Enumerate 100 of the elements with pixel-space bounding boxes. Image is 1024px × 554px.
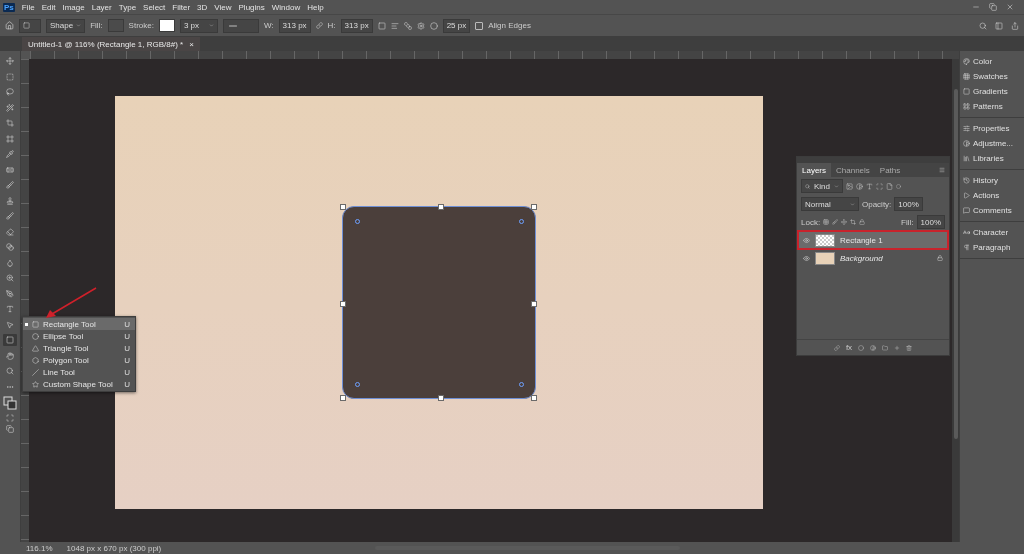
menu-item[interactable]: File	[21, 2, 35, 12]
settings-icon[interactable]	[416, 21, 425, 30]
opacity-field[interactable]: 100%	[894, 197, 923, 211]
filter-toggle-icon[interactable]	[896, 183, 901, 189]
tool-button[interactable]	[3, 179, 17, 191]
path-arrangement-icon[interactable]	[403, 21, 412, 30]
effects-button[interactable]: fx	[845, 343, 853, 352]
panel-button[interactable]: Adjustme...	[960, 137, 1024, 150]
lock-pixels-icon[interactable]	[823, 219, 830, 225]
panel-button[interactable]: Comments	[960, 204, 1024, 217]
mode-dropdown[interactable]: Shape	[46, 18, 86, 33]
restore-icon[interactable]	[989, 3, 997, 11]
transform-handle[interactable]	[531, 395, 537, 401]
tool-button[interactable]	[3, 117, 17, 129]
home-icon[interactable]	[5, 21, 14, 30]
layer-row[interactable]: Background	[799, 250, 947, 266]
new-layer-icon[interactable]	[894, 344, 901, 351]
panel-button[interactable]: Character	[960, 226, 1024, 239]
link-icon[interactable]	[315, 22, 323, 29]
scrollbar-thumb[interactable]	[953, 89, 958, 439]
transform-handle[interactable]	[438, 204, 444, 210]
height-field[interactable]: 313 px	[340, 18, 373, 33]
pixel-filter-icon[interactable]	[846, 182, 853, 190]
tool-button[interactable]	[3, 225, 17, 238]
stroke-style-dropdown[interactable]	[222, 18, 259, 33]
menu-item[interactable]: Help	[307, 2, 324, 12]
link-icon[interactable]	[833, 344, 840, 351]
panel-tab[interactable]: Layers	[797, 163, 831, 177]
panel-button[interactable]: Color	[960, 55, 1024, 68]
adjustment-icon[interactable]	[870, 344, 877, 351]
lock-position-icon[interactable]	[841, 219, 848, 225]
screen-mode-icon[interactable]	[6, 425, 14, 433]
menu-item[interactable]: Polygon Tool U	[23, 354, 135, 366]
transform-handle[interactable]	[531, 204, 537, 210]
transform-handle[interactable]	[340, 395, 346, 401]
lock-artboard-icon[interactable]	[850, 219, 857, 225]
menu-item[interactable]: Line Tool U	[23, 366, 135, 378]
panel-button[interactable]: Paragraph	[960, 241, 1024, 254]
menu-item[interactable]: Layer	[91, 2, 112, 12]
trash-icon[interactable]	[906, 344, 913, 351]
color-swatches-icon[interactable]	[3, 396, 17, 410]
tool-button[interactable]	[3, 241, 17, 253]
share-icon[interactable]	[1011, 21, 1019, 30]
transform-handle[interactable]	[438, 395, 444, 401]
menu-item[interactable]: Image	[62, 2, 85, 12]
shape-filter-icon[interactable]	[876, 182, 883, 190]
document-tab[interactable]: Untitled-1 @ 116% (Rectangle 1, RGB/8#) * ×	[22, 37, 200, 51]
menu-icon[interactable]	[939, 167, 945, 173]
menu-item[interactable]: Select	[143, 2, 166, 12]
panel-button[interactable]: History	[960, 174, 1024, 187]
tool-button[interactable]	[3, 70, 17, 83]
panel-button[interactable]: Properties	[960, 122, 1024, 135]
fill-swatch[interactable]	[107, 19, 124, 32]
fill-field[interactable]: 100%	[916, 215, 945, 229]
menu-item[interactable]: Filter	[172, 2, 191, 12]
tool-button[interactable]	[3, 287, 17, 300]
folder-icon[interactable]	[882, 344, 889, 351]
path-alignment-icon[interactable]	[390, 21, 399, 30]
tool-preset-dropdown[interactable]	[19, 18, 41, 33]
quick-mask-icon[interactable]	[6, 413, 14, 422]
transform-handle[interactable]	[531, 301, 537, 307]
panel-button[interactable]: Patterns	[960, 100, 1024, 113]
panel-button[interactable]: Libraries	[960, 152, 1024, 165]
panel-tab[interactable]: Channels	[831, 163, 875, 177]
panel-button[interactable]: Gradients	[960, 85, 1024, 98]
lock-brush-icon[interactable]	[832, 219, 839, 225]
menu-item[interactable]: Edit	[41, 2, 56, 12]
stroke-swatch[interactable]	[158, 19, 175, 32]
workspace-icon[interactable]	[995, 21, 1003, 30]
lock-all-icon[interactable]	[859, 219, 866, 225]
transform-handle[interactable]	[340, 204, 346, 210]
tab-close-button[interactable]: ×	[189, 39, 194, 49]
panel-button[interactable]: Actions	[960, 189, 1024, 202]
menu-item[interactable]: 3D	[197, 2, 208, 12]
search-icon[interactable]	[979, 21, 987, 30]
type-filter-icon[interactable]	[866, 182, 873, 190]
blend-mode-dropdown[interactable]: Normal	[801, 197, 859, 211]
tool-button[interactable]	[3, 334, 17, 346]
menu-item[interactable]: Ellipse Tool U	[23, 330, 135, 342]
mask-icon[interactable]	[858, 344, 865, 351]
menu-item[interactable]: Rectangle Tool U	[23, 318, 135, 330]
align-edges-checkbox[interactable]	[475, 21, 484, 30]
layer-filter-dropdown[interactable]: Kind	[801, 179, 843, 193]
tool-button[interactable]	[3, 101, 17, 114]
panel-tab[interactable]: Paths	[874, 163, 906, 177]
tool-button[interactable]	[3, 86, 17, 98]
tool-button[interactable]	[3, 148, 17, 160]
width-field[interactable]: 313 px	[278, 18, 311, 33]
menu-item[interactable]: Plugins	[238, 2, 265, 12]
tool-button[interactable]	[3, 132, 17, 145]
menu-item[interactable]: Triangle Tool U	[23, 342, 135, 354]
menu-item[interactable]: Window	[271, 2, 301, 12]
zoom-level[interactable]: 116.1%	[26, 543, 53, 553]
menu-item[interactable]: View	[214, 2, 232, 12]
radius-field[interactable]: 25 px	[442, 18, 471, 33]
eye-icon[interactable]	[803, 254, 810, 262]
minimize-icon[interactable]	[972, 3, 980, 11]
menu-item[interactable]: Custom Shape Tool U	[23, 378, 135, 390]
tool-button[interactable]	[3, 55, 17, 67]
menu-item[interactable]: Type	[118, 2, 137, 12]
